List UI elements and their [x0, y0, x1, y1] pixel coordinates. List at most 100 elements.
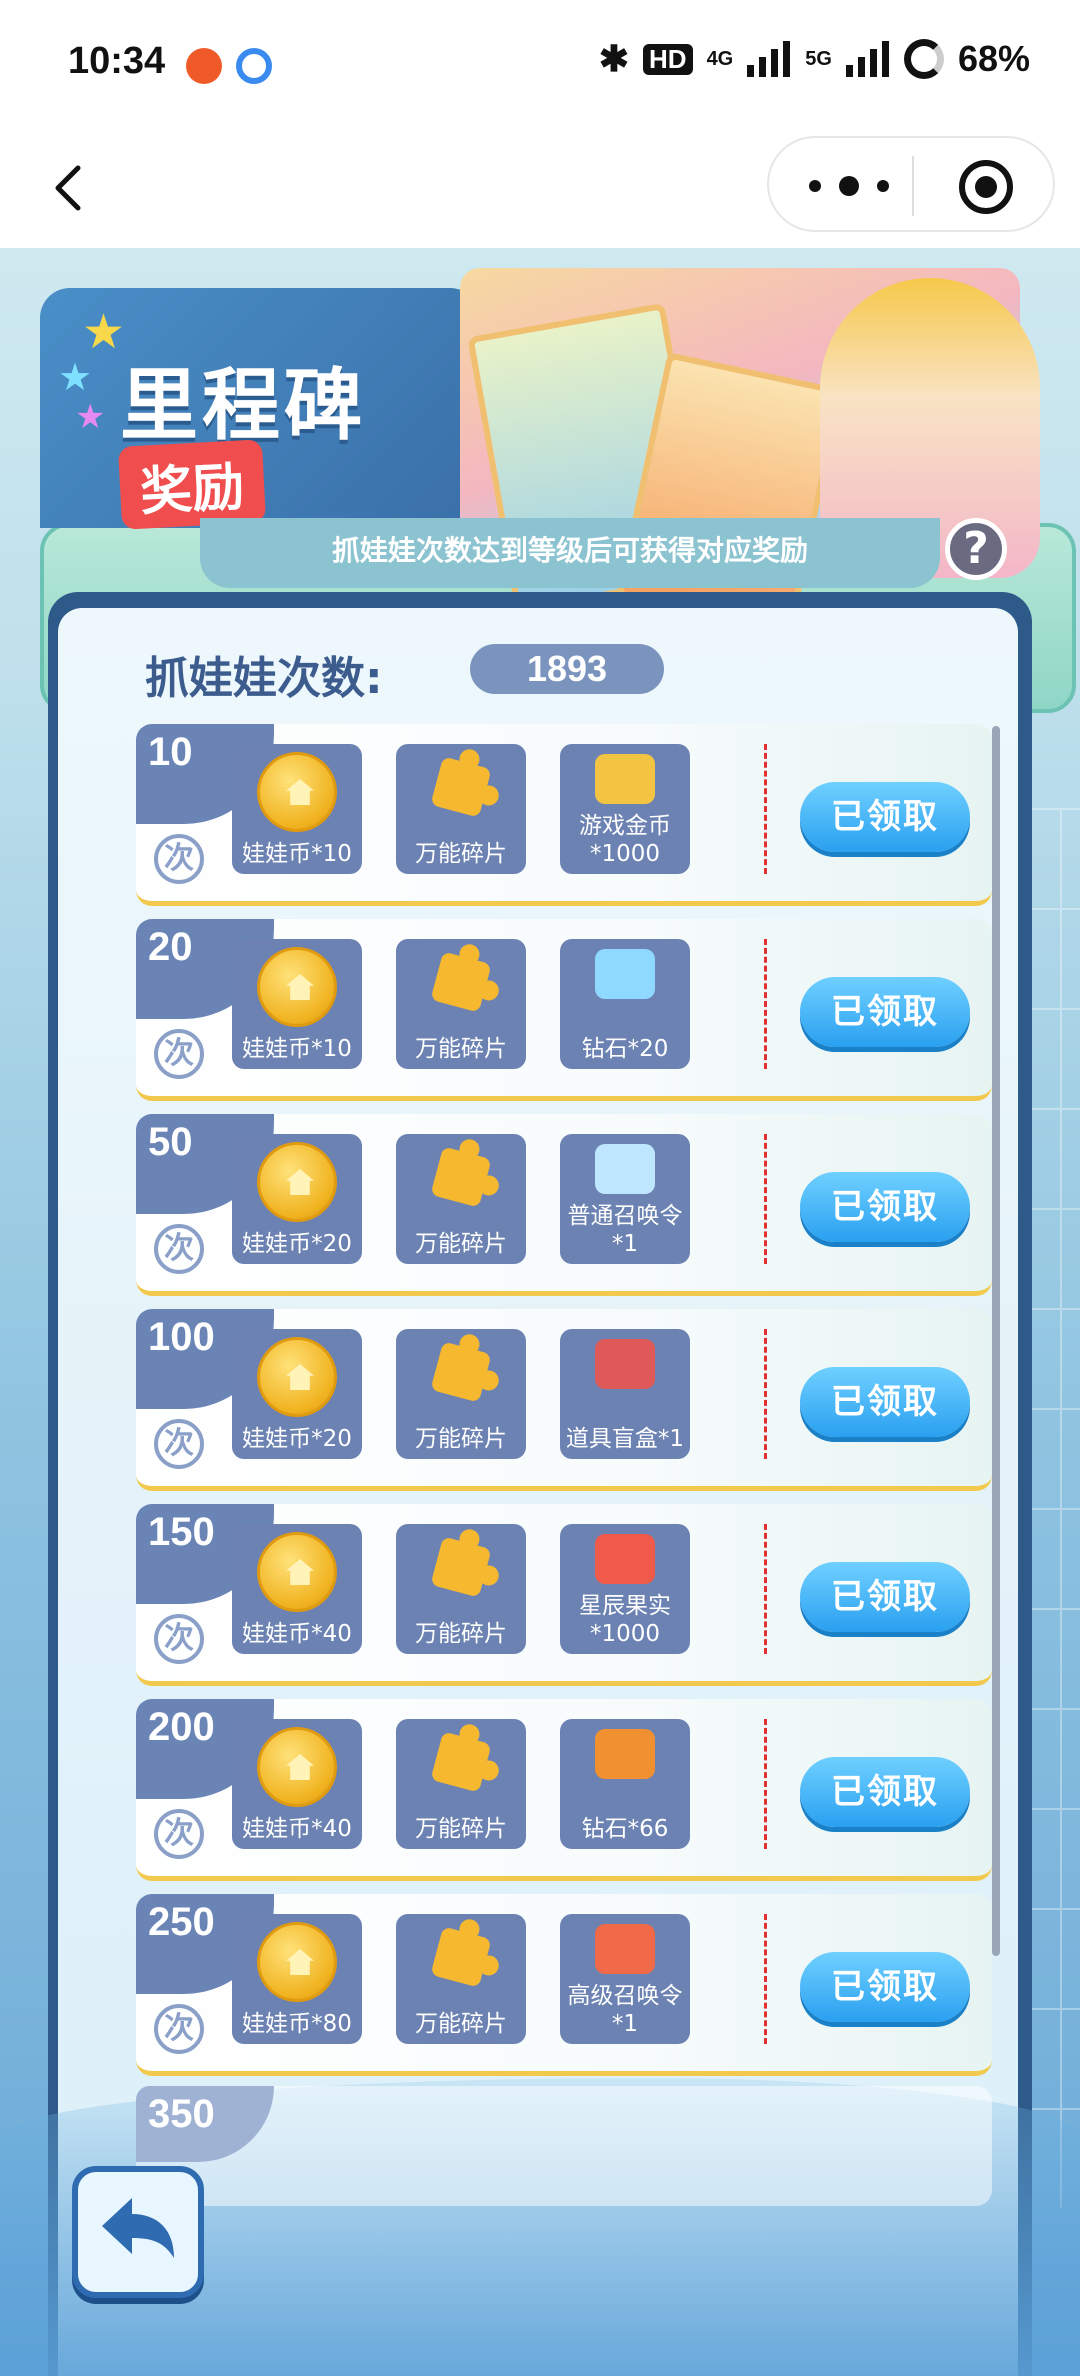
chevron-left-icon [55, 165, 81, 211]
reward-label: 娃娃币*40 [242, 1816, 352, 1842]
mini-program-capsule [767, 136, 1055, 232]
puzzle-fragment-icon [430, 951, 492, 1013]
reward-label: 普通召唤令 *1 [567, 1203, 683, 1257]
doll-coin-icon [257, 1142, 337, 1222]
tier-unit: 次 [154, 1419, 204, 1469]
normal-summon-token-icon [595, 1144, 655, 1194]
tier-unit: 次 [154, 1614, 204, 1664]
claimed-button[interactable]: 已领取 [800, 782, 970, 852]
tier-unit: 次 [154, 834, 204, 884]
star-icon: ★ [75, 397, 106, 437]
milestone-row: 200 次 娃娃币*40 万能碎片 钻石*66 已领取 [136, 1699, 992, 1881]
network2-label: 5G [805, 47, 832, 70]
reward-label: 万能碎片 [415, 1231, 507, 1257]
milestone-list: 10 次娃娃币*10 万能碎片 游戏金币 *1000 已领取 20 次娃娃币*10 万能碎片钻… [136, 724, 992, 2089]
reward-universal-fragment: 万能碎片 [396, 1914, 526, 2044]
reward-label: 万能碎片 [415, 2011, 507, 2037]
hd-badge: HD [643, 43, 693, 75]
status-bar: 10:34 ✱ HD 4G 5G 68% [0, 0, 1080, 130]
reward-label: 万能碎片 [415, 1036, 507, 1062]
reward-label: 娃娃币*40 [242, 1621, 352, 1647]
milestone-row: 100 次 娃娃币*20 万能碎片 道具盲盒*1 已领取 [136, 1309, 992, 1491]
tier-unit: 次 [154, 1809, 204, 1859]
tier-number: 200 [148, 1705, 215, 1749]
reward-third: 钻石*20 [560, 939, 690, 1069]
tier-number: 50 [148, 1120, 193, 1164]
battery-icon [903, 39, 944, 79]
reward-label: 道具盲盒*1 [565, 1426, 685, 1452]
claimed-button[interactable]: 已领取 [800, 1562, 970, 1632]
milestone-row: 20 次 娃娃币*10 万能碎片 钻石*20 已领取 [136, 919, 992, 1101]
doll-coin-icon [257, 947, 337, 1027]
reward-doll-coin: 娃娃币*10 [232, 939, 362, 1069]
tier-number: 20 [148, 925, 193, 969]
banner-title: 里程碑 [120, 361, 367, 451]
row-divider [764, 1134, 767, 1264]
claimed-button[interactable]: 已领取 [800, 1952, 970, 2022]
game-area: ★ ★ ★ 里程碑 奖励 抓娃娃次数达到等级后可获得对应奖励 ? 抓娃娃次数: … [0, 248, 1080, 2376]
banner-description: 抓娃娃次数达到等级后可获得对应奖励 [200, 518, 940, 588]
diamond-bag-icon [595, 1729, 655, 1779]
bluetooth-icon: ✱ [598, 38, 629, 79]
milestone-row: 50 次 娃娃币*20 万能碎片 普通召唤令 *1 已领取 [136, 1114, 992, 1296]
star-icon: ★ [82, 304, 126, 360]
reward-universal-fragment: 万能碎片 [396, 939, 526, 1069]
reward-third: 普通召唤令 *1 [560, 1134, 690, 1264]
claimed-button[interactable]: 已领取 [800, 1757, 970, 1827]
reward-label: 钻石*20 [581, 1036, 669, 1062]
reward-label: 万能碎片 [415, 1621, 507, 1647]
more-dots-icon[interactable] [809, 166, 889, 206]
tier-number: 10 [148, 730, 193, 774]
scrollbar[interactable] [992, 726, 1000, 1956]
reward-universal-fragment: 万能碎片 [396, 1134, 526, 1264]
return-button[interactable] [72, 2166, 204, 2298]
nav-bar [0, 130, 1080, 248]
reward-universal-fragment: 万能碎片 [396, 1719, 526, 1849]
puzzle-fragment-icon [430, 1926, 492, 1988]
milestone-row-partial: 350 [136, 2086, 992, 2206]
doll-coin-icon [257, 752, 337, 832]
reward-label: 娃娃币*20 [242, 1426, 352, 1452]
reward-third: 道具盲盒*1 [560, 1329, 690, 1459]
claw-count-label: 抓娃娃次数: [145, 653, 383, 704]
reward-label: 娃娃币*10 [242, 1036, 352, 1062]
milestone-row: 10 次 娃娃币*10 万能碎片 游戏金币 *1000 已领取 [136, 724, 992, 906]
reward-label: 万能碎片 [415, 1816, 507, 1842]
status-indicators: ✱ HD 4G 5G 68% [599, 38, 1030, 80]
reward-label: 万能碎片 [415, 841, 507, 867]
target-close-icon[interactable] [959, 160, 1013, 214]
claimed-button[interactable]: 已领取 [800, 1172, 970, 1242]
puzzle-fragment-icon [430, 756, 492, 818]
tier-number: 150 [148, 1510, 215, 1554]
doll-coin-icon [257, 1727, 337, 1807]
puzzle-fragment-icon [430, 1731, 492, 1793]
reward-label: 星辰果实 *1000 [579, 1593, 671, 1647]
row-divider [764, 1524, 767, 1654]
puzzle-fragment-icon [430, 1536, 492, 1598]
help-button[interactable]: ? [945, 518, 1007, 580]
advanced-summon-token-icon [595, 1924, 655, 1974]
signal2-icon [845, 41, 890, 77]
reward-doll-coin: 娃娃币*10 [232, 744, 362, 874]
return-arrow-icon [102, 2198, 174, 2258]
back-button[interactable] [40, 158, 100, 218]
reward-third: 游戏金币 *1000 [560, 744, 690, 874]
doll-coin-icon [257, 1532, 337, 1612]
row-divider [764, 1719, 767, 1849]
reward-label: 钻石*66 [581, 1816, 669, 1842]
tier-unit: 次 [154, 1029, 204, 1079]
reward-doll-coin: 娃娃币*40 [232, 1719, 362, 1849]
reward-third: 高级召唤令 *1 [560, 1914, 690, 2044]
claimed-button[interactable]: 已领取 [800, 1367, 970, 1437]
reward-universal-fragment: 万能碎片 [396, 1524, 526, 1654]
reward-universal-fragment: 万能碎片 [396, 744, 526, 874]
reward-third: 星辰果实 *1000 [560, 1524, 690, 1654]
claimed-button[interactable]: 已领取 [800, 977, 970, 1047]
tier-number: 250 [148, 1900, 215, 1944]
doll-coin-icon [257, 1337, 337, 1417]
row-divider [764, 1329, 767, 1459]
diamond-icon [595, 949, 655, 999]
capsule-divider [912, 156, 914, 216]
row-divider [764, 939, 767, 1069]
milestone-row: 250 次 娃娃币*80 万能碎片 高级召唤令 *1 已领取 [136, 1894, 992, 2076]
